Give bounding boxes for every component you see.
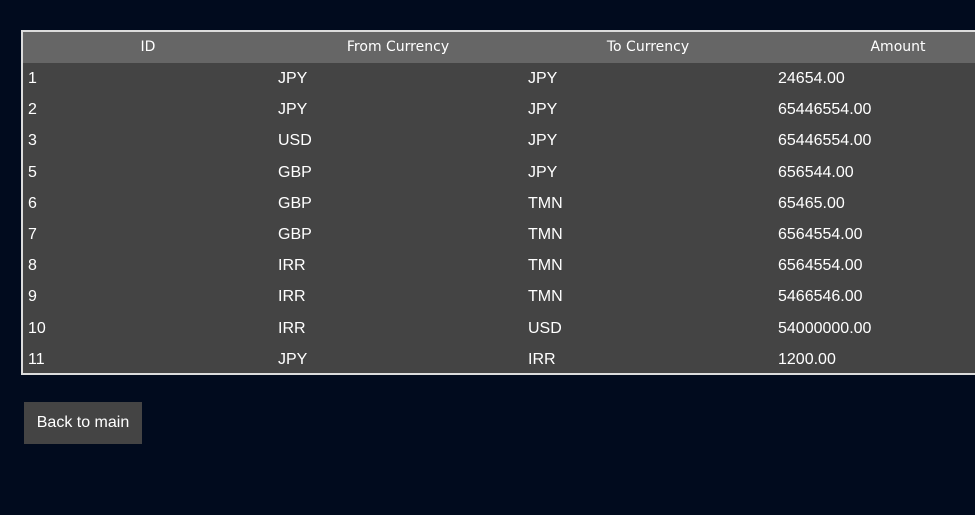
table-header: ID From Currency To Currency Amount (23, 32, 975, 63)
column-header-id: ID (140, 39, 156, 55)
table-body: 1 JPY JPY 24654.00 2 JPY JPY 65446554.00… (23, 63, 975, 373)
amount-cell: 656544.00 (778, 163, 854, 181)
table-row: 9 IRR TMN 5466546.00 (23, 281, 975, 312)
table-row: 8 IRR TMN 6564554.00 (23, 250, 975, 281)
amount-cell: 54000000.00 (778, 319, 872, 337)
id-cell: 6 (28, 194, 37, 212)
column-header-to-currency: To Currency (606, 39, 690, 55)
table-row: 7 GBP TMN 6564554.00 (23, 219, 975, 250)
to-currency-cell: JPY (528, 163, 558, 181)
table-row: 10 IRR USD 54000000.00 (23, 313, 975, 344)
table-row: 2 JPY JPY 65446554.00 (23, 94, 975, 125)
table-row: 5 GBP JPY 656544.00 (23, 157, 975, 188)
to-currency-cell: JPY (528, 101, 558, 119)
column-header-from-currency: From Currency (346, 39, 450, 55)
to-currency-cell: TMN (528, 194, 563, 212)
from-currency-cell: GBP (278, 194, 312, 212)
amount-cell: 6564554.00 (778, 257, 863, 275)
to-currency-cell: TMN (528, 257, 563, 275)
amount-cell: 24654.00 (778, 70, 845, 87)
back-to-main-button[interactable]: Back to main (24, 402, 142, 444)
id-cell: 3 (28, 132, 37, 150)
from-currency-cell: IRR (278, 288, 306, 306)
from-currency-cell: JPY (278, 350, 308, 368)
id-cell: 10 (28, 319, 46, 337)
amount-cell: 65446554.00 (778, 101, 872, 119)
amount-cell: 6564554.00 (778, 225, 863, 243)
from-currency-cell: GBP (278, 163, 312, 181)
currency-table: ID From Currency To Currency Amount 1 JP… (21, 30, 975, 375)
column-header-amount: Amount (870, 39, 926, 55)
id-cell: 7 (28, 225, 37, 243)
id-cell: 8 (28, 257, 37, 275)
id-cell: 1 (28, 70, 37, 87)
amount-cell: 65465.00 (778, 194, 845, 212)
id-cell: 2 (28, 101, 37, 119)
from-currency-cell: GBP (278, 225, 312, 243)
to-currency-cell: JPY (528, 132, 558, 150)
id-cell: 5 (28, 163, 37, 181)
to-currency-cell: USD (528, 319, 562, 337)
id-cell: 9 (28, 288, 37, 306)
from-currency-cell: IRR (278, 257, 306, 275)
to-currency-cell: TMN (528, 288, 563, 306)
table-row: 6 GBP TMN 65465.00 (23, 188, 975, 219)
amount-cell: 5466546.00 (778, 288, 863, 306)
table-row: 1 JPY JPY 24654.00 (23, 63, 975, 94)
from-currency-cell: JPY (278, 101, 308, 119)
to-currency-cell: TMN (528, 225, 563, 243)
from-currency-cell: JPY (278, 70, 308, 87)
id-cell: 11 (28, 350, 45, 368)
table-row: 3 USD JPY 65446554.00 (23, 125, 975, 156)
from-currency-cell: IRR (278, 319, 306, 337)
amount-cell: 1200.00 (778, 350, 836, 368)
from-currency-cell: USD (278, 132, 312, 150)
to-currency-cell: IRR (528, 350, 556, 368)
table-row: 11 JPY IRR 1200.00 (23, 344, 975, 373)
amount-cell: 65446554.00 (778, 132, 872, 150)
to-currency-cell: JPY (528, 70, 558, 87)
